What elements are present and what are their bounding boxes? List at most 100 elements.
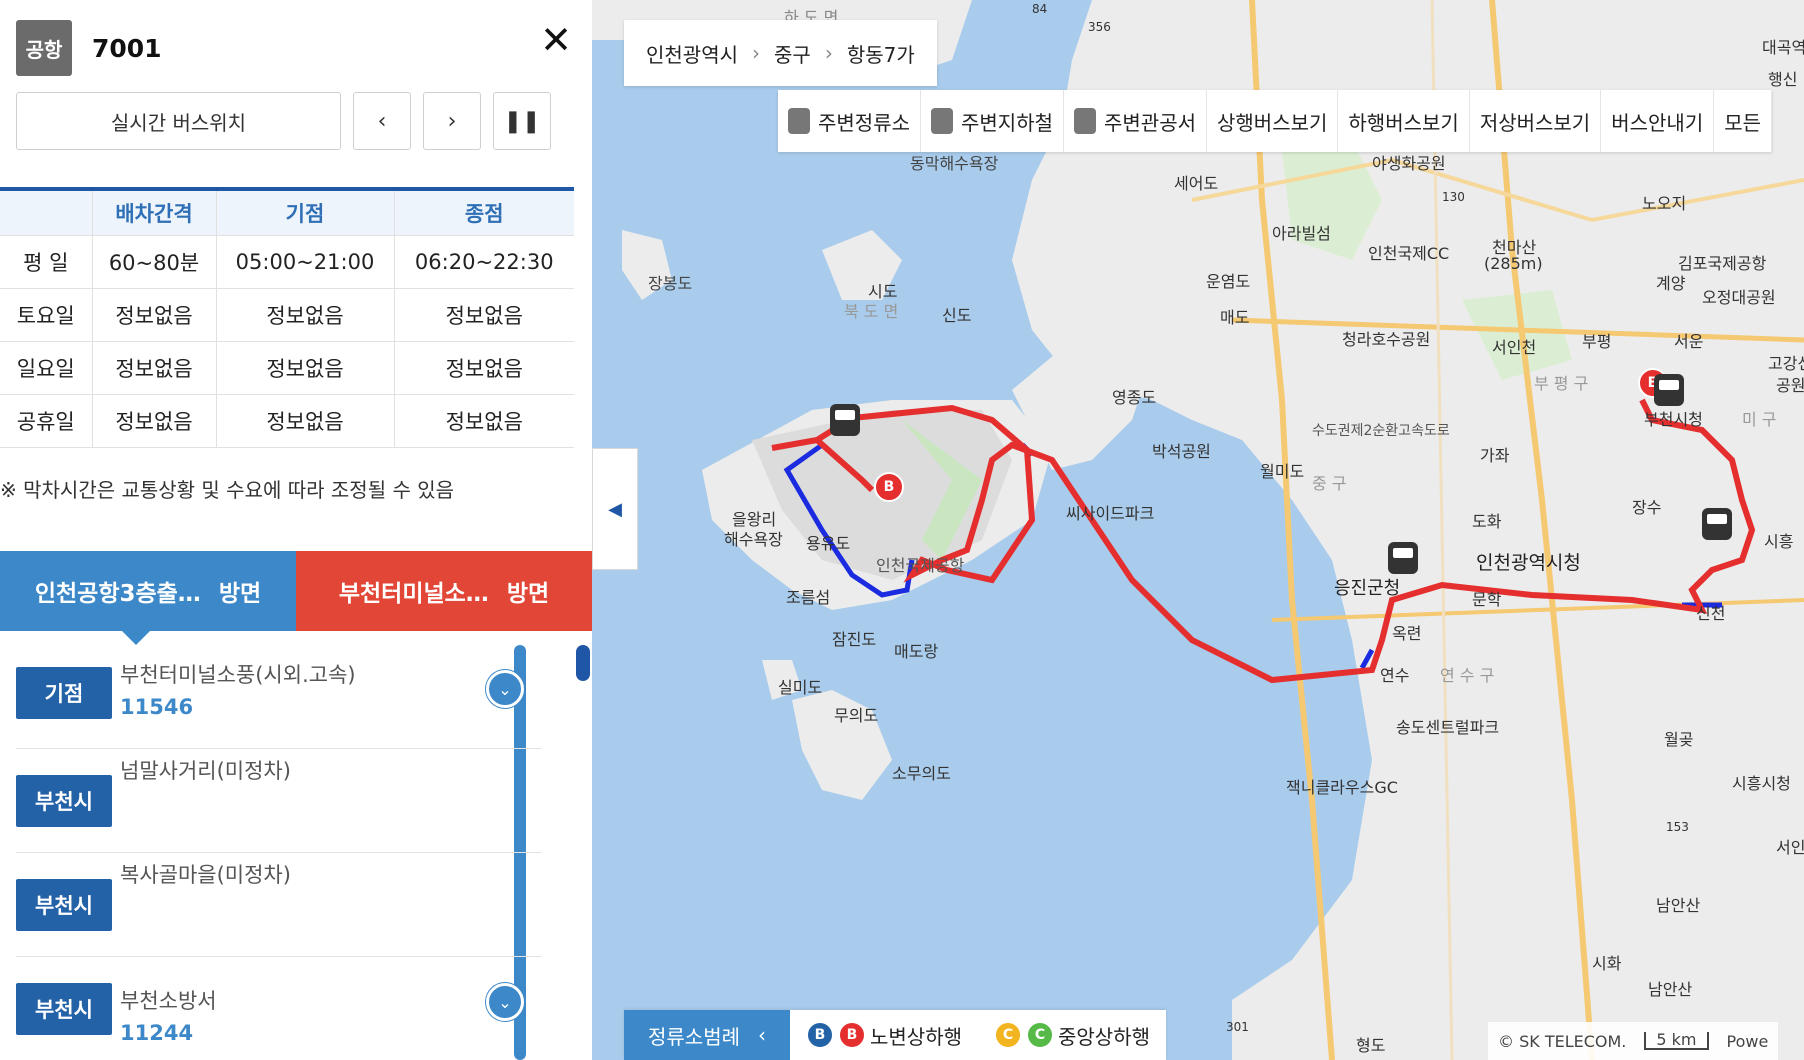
map-label: 서인천: [1492, 338, 1537, 357]
bus-icon: [788, 108, 810, 134]
schedule-row: 일요일 정보없음 정보없음 정보없음: [0, 341, 574, 395]
map-label: 월미도: [1260, 462, 1305, 481]
bus-icon[interactable]: [1388, 542, 1418, 574]
map-label: 조름섬: [786, 588, 831, 607]
map-label: (285m): [1484, 254, 1543, 273]
schedule-row: 토요일 정보없음 정보없음 정보없음: [0, 288, 574, 342]
tab-direction-bucheon[interactable]: 부천터미널소… 방면: [296, 551, 592, 631]
legend-toggle-button[interactable]: 정류소범례 ‹: [624, 1010, 790, 1060]
map-label: 장봉도: [648, 274, 693, 293]
schedule-row: 공휴일 정보없음 정보없음 정보없음: [0, 394, 574, 448]
map-label: 옥련: [1392, 624, 1422, 643]
breadcrumb-item[interactable]: 중구: [774, 39, 811, 68]
nearby-stops-button[interactable]: 주변정류소: [778, 90, 921, 152]
schedule-terminal-time: 정보없음: [394, 341, 574, 395]
stop-tag[interactable]: 기점: [16, 667, 112, 719]
chevron-down-icon[interactable]: ⌄: [486, 670, 524, 708]
stop-tag[interactable]: 부천시: [16, 879, 112, 931]
list-item[interactable]: 부천시 부천소방서 11244: [16, 957, 542, 1060]
powered-text: Powe: [1726, 1031, 1769, 1051]
bus-stop-marker[interactable]: B: [874, 472, 904, 502]
realtime-location-button[interactable]: 실시간 버스위치: [16, 92, 341, 150]
route-number: 7001: [92, 33, 162, 63]
bus-info-button[interactable]: 버스안내기: [1601, 90, 1715, 152]
breadcrumb-item[interactable]: 인천광역시: [646, 39, 738, 68]
schedule-origin-time: 정보없음: [216, 394, 395, 448]
collapse-panel-button[interactable]: ◀: [592, 448, 638, 570]
all-button[interactable]: 모든: [1714, 90, 1773, 152]
list-item[interactable]: 기점 부천터미널소풍(시외.고속) 11546: [16, 645, 542, 749]
nearby-subway-button[interactable]: 주변지하철: [921, 90, 1064, 152]
chevron-right-icon: ›: [824, 41, 833, 65]
stop-list[interactable]: 기점 부천터미널소풍(시외.고속) 11546 ⌄ 부천시 넘말사거리(미정차)…: [0, 645, 592, 1060]
legend-label: 중앙상하행: [1058, 1024, 1150, 1049]
chevron-right-icon: ›: [752, 41, 760, 65]
legend-marker-icon: C: [994, 1021, 1022, 1049]
stop-name[interactable]: 부천소방서: [120, 985, 217, 1015]
stop-legend: 정류소범례 ‹ B B 노변상하행 C C 중앙상하행: [624, 1010, 1166, 1060]
stop-name[interactable]: 넘말사거리(미정차): [120, 755, 291, 785]
map-label: 연수: [1380, 666, 1410, 685]
list-item[interactable]: 부천시 넘말사거리(미정차): [16, 749, 542, 853]
map-label: 잠진도: [832, 630, 877, 649]
map-label: 130: [1442, 190, 1465, 204]
map-label: 중 구: [1312, 474, 1347, 493]
schedule-header-interval: 배차간격: [92, 187, 217, 236]
bus-icon[interactable]: [830, 404, 860, 436]
stop-id: 11244: [120, 1021, 194, 1045]
breadcrumb-item[interactable]: 항동7가: [847, 39, 915, 68]
map-label: 신천: [1696, 604, 1726, 623]
map-label: 잭니클라우스GC: [1286, 778, 1398, 797]
map-label: 응진군청: [1334, 578, 1401, 599]
map-label: 청라호수공원: [1342, 330, 1431, 349]
legend-marker-icon: C: [1026, 1021, 1054, 1049]
pause-icon[interactable]: ❚❚: [493, 92, 551, 150]
map-label: 시흥시청: [1732, 774, 1791, 793]
building-icon: [1074, 108, 1096, 134]
tab-direction-airport[interactable]: 인천공항3층출… 방면: [0, 551, 296, 645]
next-button[interactable]: ›: [423, 92, 481, 150]
schedule-day: 평 일: [0, 235, 93, 289]
schedule-header-row: 배차간격 기점 종점: [0, 187, 574, 236]
legend-marker-icon: B: [838, 1021, 866, 1049]
map-label: 매도랑: [894, 642, 939, 661]
map-label: 무의도: [834, 706, 879, 725]
schedule-interval: 정보없음: [92, 341, 217, 395]
schedule-terminal-time: 정보없음: [394, 394, 574, 448]
legend-roadside: B B 노변상하행: [790, 1010, 978, 1060]
schedule-day: 일요일: [0, 341, 93, 395]
down-bus-button[interactable]: 하행버스보기: [1338, 90, 1470, 152]
prev-button[interactable]: ‹: [353, 92, 411, 150]
schedule-interval: 60~80분: [92, 235, 217, 289]
map-label: 장수: [1632, 498, 1662, 517]
bus-icon[interactable]: [1654, 374, 1684, 406]
stop-tag[interactable]: 부천시: [16, 983, 112, 1035]
map-label: 영종도: [1112, 388, 1157, 407]
map-label: 박석공원: [1152, 442, 1211, 461]
subway-icon: [931, 108, 953, 134]
stop-tag[interactable]: 부천시: [16, 775, 112, 827]
list-item[interactable]: 부천시 복사골마을(미정차): [16, 853, 542, 957]
map-label: 시흥: [1764, 532, 1794, 551]
map-label: 계양: [1656, 274, 1686, 293]
direction-name: 부천터미널소…: [338, 581, 489, 607]
schedule-origin-time: 정보없음: [216, 288, 395, 342]
map-label: 아라빌섬: [1272, 224, 1331, 243]
scrollbar-thumb[interactable]: [576, 645, 590, 681]
bus-icon[interactable]: [1702, 508, 1732, 540]
schedule-header-origin: 기점: [216, 187, 395, 236]
map-view[interactable]: 하 도 면 84 356 대곡역 행신 동막해수욕장 야생화공원 세어도 노오지…: [592, 0, 1804, 1060]
stop-name[interactable]: 부천터미널소풍(시외.고속): [120, 659, 356, 689]
schedule-terminal-time: 06:20~22:30: [394, 235, 574, 289]
up-bus-button[interactable]: 상행버스보기: [1207, 90, 1339, 152]
close-icon[interactable]: ✕: [536, 20, 576, 60]
chevron-down-icon[interactable]: ⌄: [486, 983, 524, 1021]
schedule-origin-time: 정보없음: [216, 341, 395, 395]
direction-suffix: 방면: [218, 581, 262, 607]
stop-name[interactable]: 복사골마을(미정차): [120, 859, 291, 889]
low-floor-bus-button[interactable]: 저상버스보기: [1470, 90, 1602, 152]
nearby-offices-button[interactable]: 주변관공서: [1064, 90, 1207, 152]
map-label: 월곶: [1664, 730, 1694, 749]
map-label: 노오지: [1642, 194, 1687, 213]
map-label: 301: [1226, 1020, 1249, 1034]
